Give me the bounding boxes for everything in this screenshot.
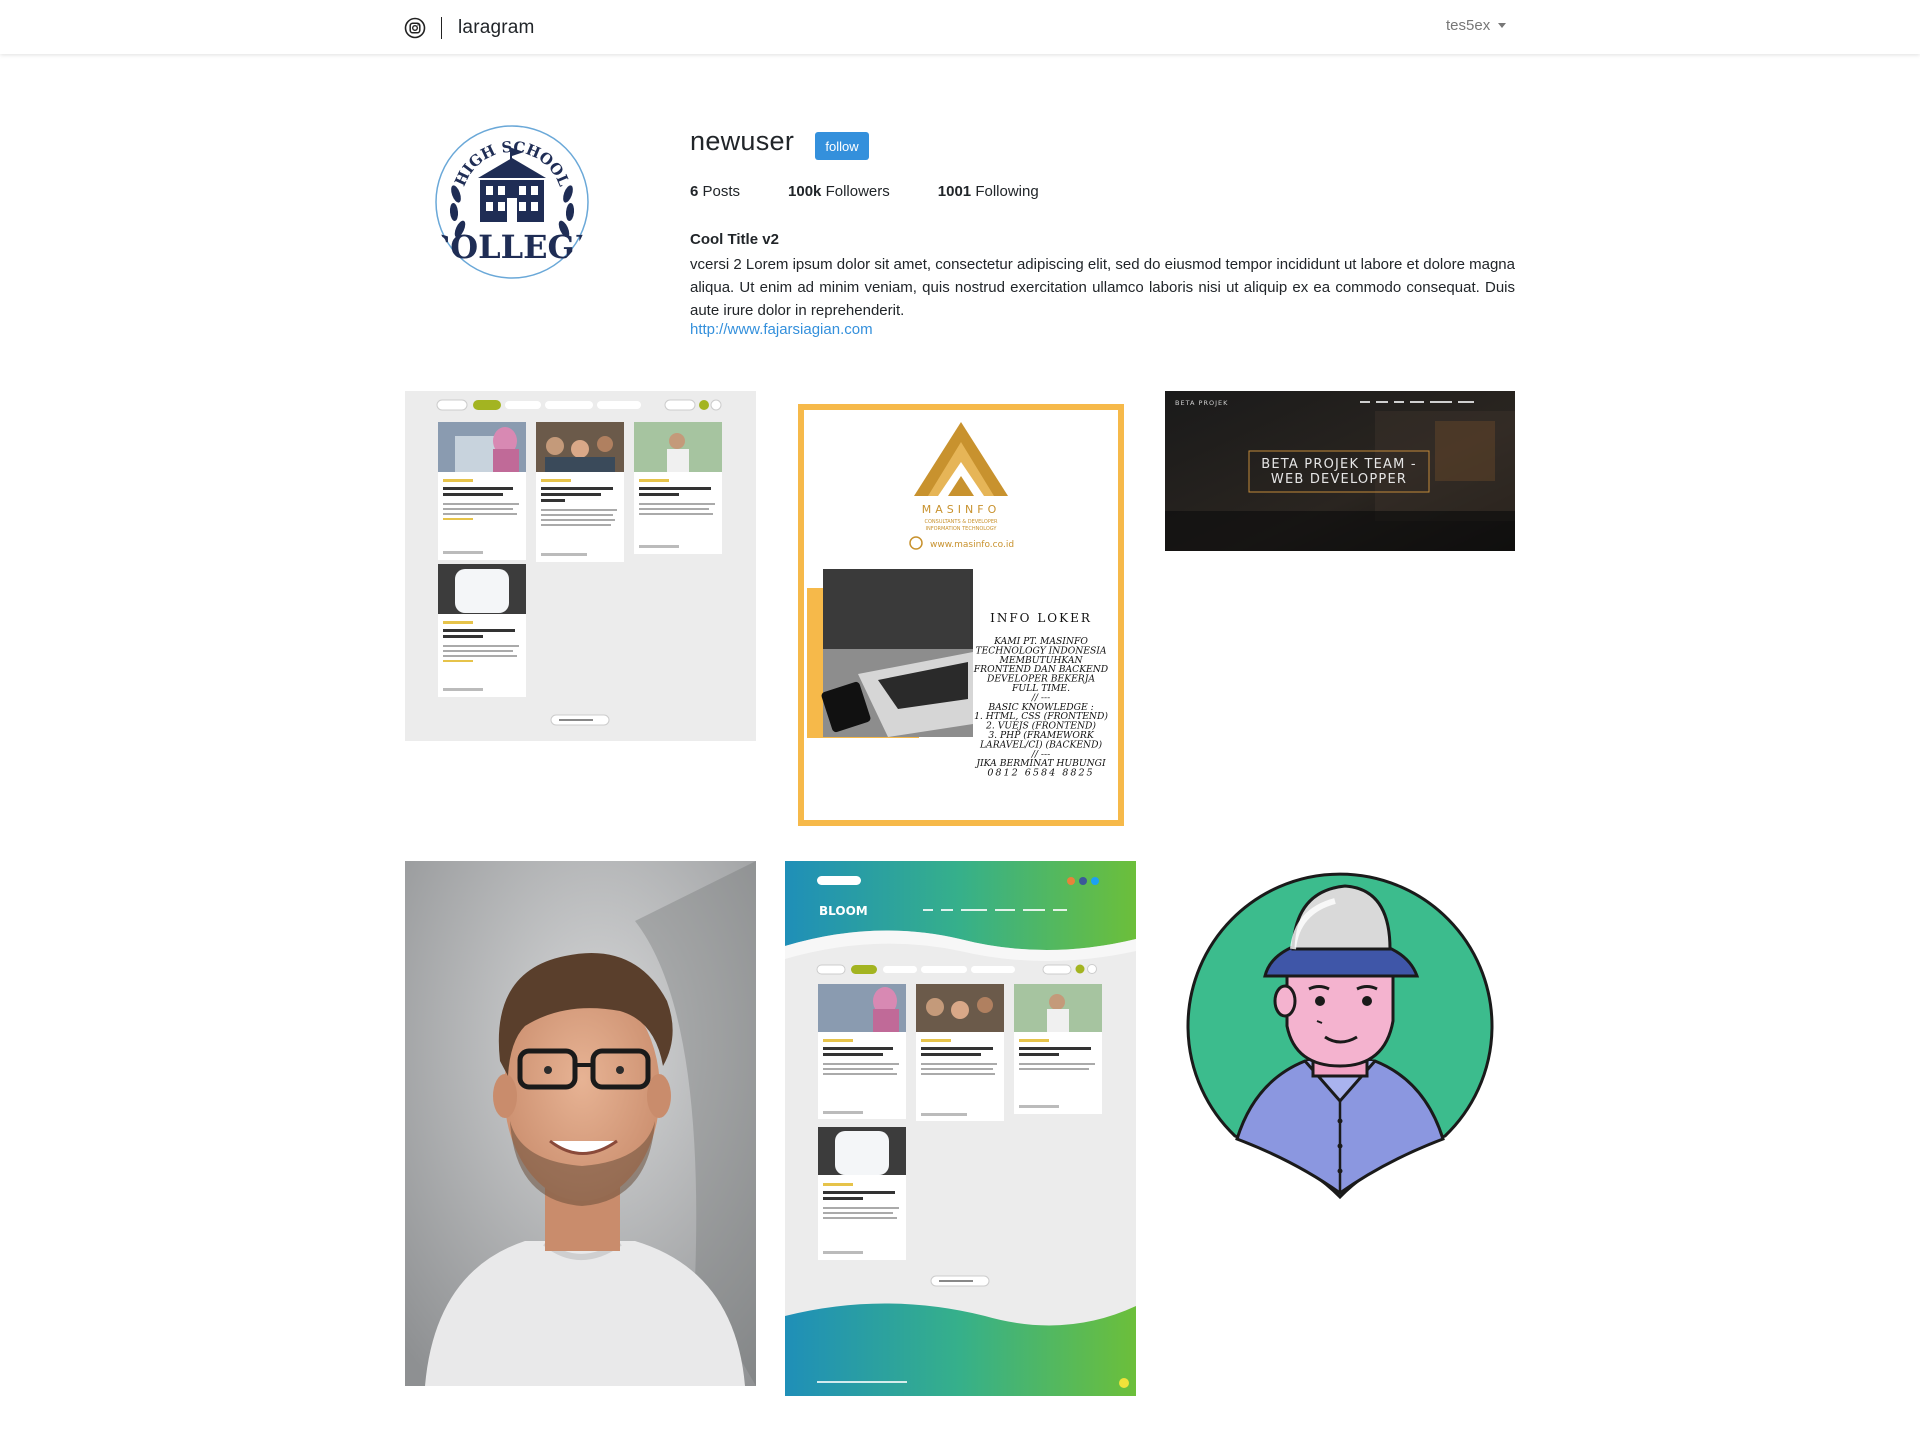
post-thumbnail[interactable]: BETA PROJEK BETA PROJEK TEAM - WEB DEVEL…: [1165, 391, 1515, 551]
brand-name: laragram: [458, 17, 535, 38]
follow-button[interactable]: follow: [815, 132, 869, 160]
caret-down-icon: [1498, 23, 1507, 28]
poster-line: 0812 6584 8825: [987, 768, 1094, 779]
avatar-bottom-text: COLLEGE: [434, 228, 590, 266]
stat-following[interactable]: 1001 Following: [938, 183, 1039, 200]
cartoon-avatar-image: [1186, 872, 1494, 1200]
profile-description: vcersi 2 Lorem ipsum dolor sit amet, con…: [690, 256, 1515, 319]
stat-posts: 6 Posts: [690, 183, 740, 200]
beta-projek-banner-image: BETA PROJEK BETA PROJEK TEAM - WEB DEVEL…: [1165, 391, 1515, 551]
beta-projek-line2: WEB DEVELOPPER: [1271, 472, 1407, 487]
masinfo-tagline: CONSULTANTS & DEVELOPER: [924, 519, 998, 525]
profile-url[interactable]: http://www.fajarsiagian.com: [690, 321, 873, 338]
poster-heading: INFO LOKER: [990, 611, 1092, 625]
profile-title: Cool Title v2: [690, 231, 779, 248]
svg-text:BLOOM: BLOOM: [819, 904, 868, 918]
bloom-blog-screenshot-image: BLOOM: [785, 861, 1136, 1396]
user-name: tes5ex: [1446, 17, 1491, 34]
masinfo-brand: MASINFO: [922, 503, 1000, 516]
profile-username: newuser: [690, 126, 795, 156]
following-count: 1001: [937, 183, 972, 200]
top-navbar: laragram tes5ex: [0, 0, 1920, 54]
masinfo-tagline2: INFORMATION TECHNOLOGY: [925, 526, 997, 532]
beta-projek-site: BETA PROJEK: [1175, 399, 1228, 407]
posts-label: Posts: [702, 183, 741, 200]
blog-screenshot-image: [405, 391, 756, 741]
followers-count: 100k: [788, 183, 822, 200]
brand-divider: [441, 17, 442, 39]
masinfo-website: www.masinfo.co.id: [930, 540, 1014, 550]
portrait-photo-image: [405, 861, 756, 1386]
brand-link[interactable]: laragram: [404, 17, 535, 39]
post-thumbnail[interactable]: BLOOM: [785, 861, 1136, 1396]
user-dropdown[interactable]: tes5ex: [1446, 17, 1507, 34]
instagram-icon: [404, 17, 426, 39]
stat-followers[interactable]: 100k Followers: [788, 183, 890, 200]
post-thumbnail[interactable]: [1185, 871, 1495, 1201]
profile-avatar: HIGH SCHOOL COLLEGE: [434, 124, 590, 280]
profile-stats: 6 Posts 100k Followers 1001 Following: [690, 183, 1087, 200]
posts-count: 6: [690, 183, 699, 200]
following-label: Following: [975, 183, 1039, 200]
post-thumbnail[interactable]: [405, 861, 756, 1386]
followers-label: Followers: [825, 183, 890, 200]
post-thumbnail[interactable]: MASINFO CONSULTANTS & DEVELOPER INFORMAT…: [798, 404, 1124, 826]
post-thumbnail[interactable]: [405, 391, 756, 741]
job-poster-image: MASINFO CONSULTANTS & DEVELOPER INFORMAT…: [798, 404, 1124, 826]
beta-projek-line1: BETA PROJEK TEAM -: [1261, 457, 1417, 472]
